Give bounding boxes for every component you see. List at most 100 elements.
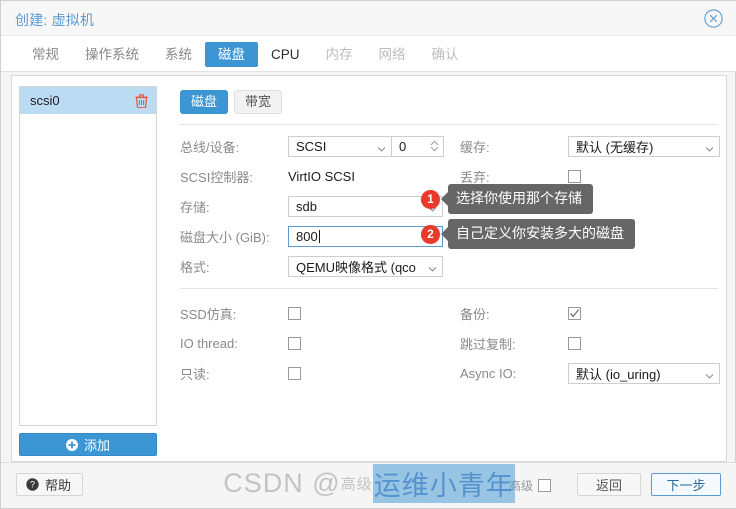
- field-skip-replication: 跳过复制:: [460, 328, 720, 358]
- io-thread-label: IO thread:: [180, 335, 238, 351]
- wizard-tabs: 常规 操作系统 系统 磁盘 CPU 内存 网络 确认: [19, 42, 472, 67]
- field-disk-size: 磁盘大小 (GiB): 800: [180, 221, 450, 251]
- wizard-tabbar: 常规 操作系统 系统 磁盘 CPU 内存 网络 确认: [1, 36, 736, 72]
- disk-subtabs: 磁盘 带宽: [180, 90, 283, 114]
- form-row-readonly-asyncio: 只读: Async IO: 默认 (io_uring): [180, 358, 720, 388]
- plus-circle-icon: [65, 438, 78, 451]
- next-button[interactable]: 下一步: [651, 473, 721, 496]
- ssd-emulation-checkbox[interactable]: [288, 306, 301, 320]
- back-button[interactable]: 返回: [577, 473, 641, 496]
- callout-arrow-icon: [441, 227, 448, 241]
- skip-replication-label: 跳过复制:: [460, 336, 516, 352]
- callout-badge: 1: [421, 189, 440, 209]
- async-io-select[interactable]: 默认 (io_uring): [568, 362, 720, 384]
- help-button[interactable]: ? 帮助: [16, 473, 84, 496]
- disk-size-input[interactable]: 800: [288, 225, 443, 247]
- field-scsi-controller: SCSI控制器: VirtIO SCSI: [180, 161, 450, 191]
- cache-label: 缓存:: [460, 139, 490, 155]
- field-io-thread: IO thread:: [180, 328, 450, 358]
- back-button-label: 返回: [595, 478, 622, 493]
- field-async-io: Async IO: 默认 (io_uring): [460, 358, 720, 388]
- advanced-label: 高级: [508, 479, 533, 493]
- io-thread-checkbox[interactable]: [288, 336, 301, 350]
- field-bus-device: 总线/设备: SCSI 0: [180, 131, 450, 161]
- field-format: 格式: QEMU映像格式 (qco: [180, 251, 450, 281]
- cache-select[interactable]: 默认 (无缓存): [568, 135, 720, 157]
- readonly-checkbox[interactable]: [288, 366, 301, 380]
- svg-text:?: ?: [30, 480, 35, 490]
- callout-text: 自己定义你安装多大的磁盘: [448, 219, 635, 249]
- callout-arrow-icon: [441, 192, 448, 206]
- storage-label: 存储:: [180, 199, 210, 215]
- tab-general[interactable]: 常规: [19, 42, 72, 67]
- tab-confirm[interactable]: 确认: [419, 42, 472, 67]
- subtab-disk[interactable]: 磁盘: [180, 90, 229, 114]
- backup-checkbox[interactable]: [568, 306, 581, 320]
- advanced-toggle[interactable]: 高级: [509, 477, 551, 494]
- tab-disks[interactable]: 磁盘: [205, 42, 258, 67]
- scsi-controller-value: VirtIO SCSI: [288, 168, 355, 184]
- dialog-titlebar: 创建: 虚拟机: [1, 1, 736, 36]
- text-cursor: [318, 229, 320, 243]
- form-row-format: 格式: QEMU映像格式 (qco: [180, 251, 720, 281]
- disk-size-value: 800: [296, 228, 318, 244]
- storage-select[interactable]: sdb: [288, 195, 443, 217]
- chevron-down-icon: [428, 262, 437, 272]
- tab-os[interactable]: 操作系统: [72, 42, 152, 67]
- form-row-bus-cache: 总线/设备: SCSI 0 缓存: 默认 (无缓存): [180, 131, 720, 161]
- question-circle-icon: ?: [26, 478, 39, 491]
- form-row-ssd-backup: SSD仿真: 备份:: [180, 298, 720, 328]
- cache-value: 默认 (无缓存): [576, 139, 654, 155]
- scsi-controller-label: SCSI控制器:: [180, 169, 253, 185]
- chevron-down-icon: [705, 369, 714, 379]
- async-io-value: 默认 (io_uring): [576, 366, 661, 382]
- tab-cpu[interactable]: CPU: [258, 42, 313, 67]
- tab-memory[interactable]: 内存: [313, 42, 366, 67]
- field-readonly: 只读:: [180, 358, 450, 388]
- async-io-label: Async IO:: [460, 365, 517, 381]
- trash-icon[interactable]: [135, 93, 148, 108]
- storage-value: sdb: [296, 198, 317, 214]
- list-item[interactable]: scsi0: [20, 87, 156, 114]
- advanced-checkbox[interactable]: [538, 479, 551, 492]
- disk-panel: scsi0 添加 磁盘 带宽 总线/设备: SCSI 0 缓存: 默认 (无缓存…: [11, 75, 727, 462]
- skip-replication-checkbox[interactable]: [568, 336, 581, 350]
- add-button[interactable]: 添加: [19, 433, 157, 456]
- disk-size-label: 磁盘大小 (GiB):: [180, 229, 270, 245]
- format-label: 格式:: [180, 259, 210, 275]
- chevron-down-icon: [377, 142, 386, 152]
- subtab-bandwidth[interactable]: 带宽: [234, 90, 283, 114]
- discard-label: 丢弃:: [460, 169, 490, 185]
- create-vm-dialog: 创建: 虚拟机 常规 操作系统 系统 磁盘 CPU 内存 网络 确认 scsi0: [0, 0, 736, 509]
- readonly-label: 只读:: [180, 366, 210, 382]
- close-icon[interactable]: [704, 9, 723, 28]
- format-value: QEMU映像格式 (qco: [296, 259, 416, 275]
- tab-network[interactable]: 网络: [366, 42, 419, 67]
- tab-system[interactable]: 系统: [152, 42, 205, 67]
- field-ssd-emulation: SSD仿真:: [180, 298, 450, 328]
- form-row-iothread-skiprepl: IO thread: 跳过复制:: [180, 328, 720, 358]
- bus-device-value: SCSI: [296, 138, 327, 154]
- device-list: scsi0: [19, 86, 157, 426]
- help-button-label: 帮助: [45, 478, 72, 493]
- bus-device-select[interactable]: SCSI: [288, 135, 392, 157]
- spinner-arrows-icon[interactable]: [430, 140, 439, 153]
- callout-disk-size: 2 自己定义你安装多大的磁盘: [421, 219, 635, 249]
- discard-checkbox[interactable]: [568, 169, 581, 183]
- divider-top: [180, 124, 718, 125]
- callout-badge: 2: [421, 224, 440, 244]
- format-select[interactable]: QEMU映像格式 (qco: [288, 255, 443, 277]
- bus-device-label: 总线/设备:: [180, 139, 240, 155]
- callout-storage: 1 选择你使用那个存储: [421, 184, 593, 214]
- callout-text: 选择你使用那个存储: [448, 184, 593, 214]
- bus-device-number-value: 0: [399, 138, 407, 154]
- bus-device-number[interactable]: 0: [392, 135, 444, 157]
- field-storage: 存储: sdb: [180, 191, 450, 221]
- backup-label: 备份:: [460, 306, 490, 322]
- next-button-label: 下一步: [666, 478, 706, 493]
- dialog-footer: ? 帮助 高级 返回 下一步: [1, 462, 736, 508]
- dialog-title: 创建: 虚拟机: [15, 12, 95, 28]
- field-backup: 备份:: [460, 298, 720, 328]
- add-button-label: 添加: [83, 438, 110, 453]
- disk-settings: 磁盘 带宽 总线/设备: SCSI 0 缓存: 默认 (无缓存) SCSI控制器…: [172, 76, 724, 463]
